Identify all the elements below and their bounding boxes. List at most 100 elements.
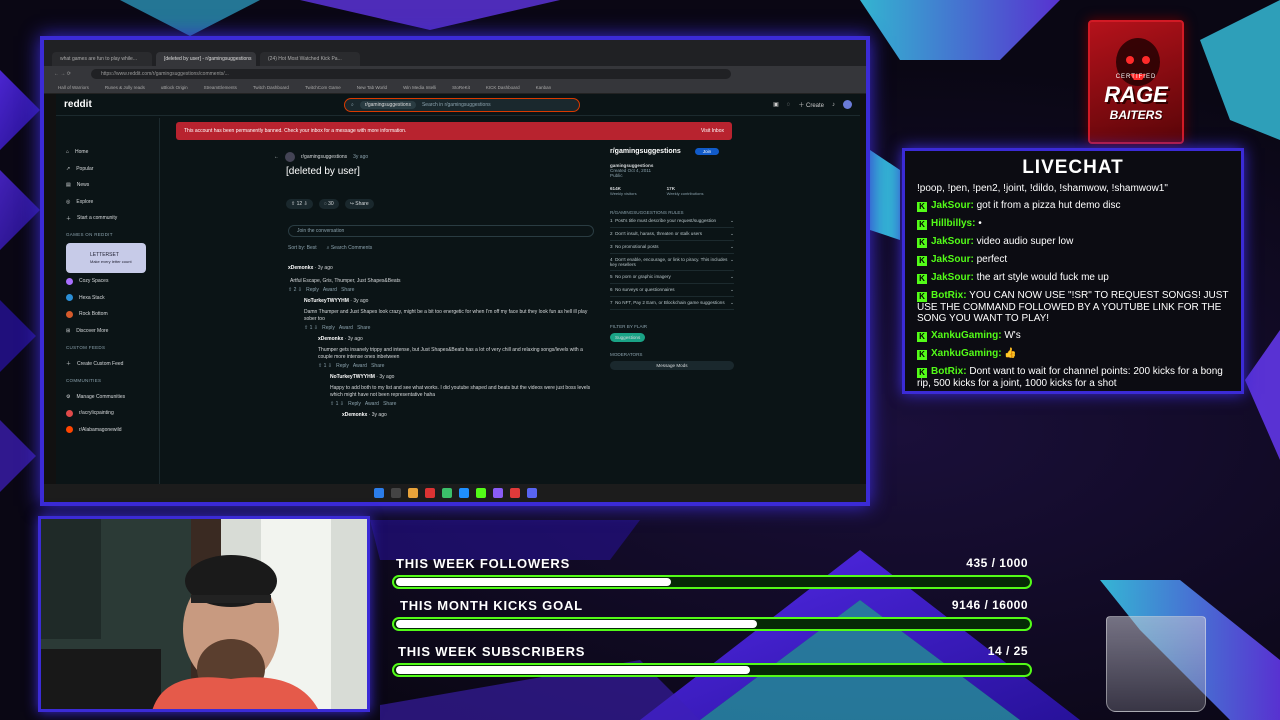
comment-author[interactable]: xDemonkx xyxy=(342,412,367,418)
share-button[interactable]: Share xyxy=(371,363,384,369)
sidebar-item-explore[interactable]: ◎ Explore xyxy=(66,194,159,211)
search-input[interactable]: ⌕ r/gamingsuggestions Search in r/gaming… xyxy=(344,97,580,112)
award-button[interactable]: Award xyxy=(323,287,337,293)
bookmark[interactable]: StoReKit xyxy=(452,85,470,90)
create-button[interactable]: ＋ Create xyxy=(798,100,824,109)
comments-button[interactable]: ◌ 30 xyxy=(318,199,339,209)
search-icon[interactable] xyxy=(390,488,401,498)
bookmark[interactable]: Kanban xyxy=(536,85,552,90)
address-bar: ← → ⟳ https://www.reddit.com/r/gamingsug… xyxy=(44,66,866,82)
reply-button[interactable]: Reply xyxy=(322,325,335,331)
popular-icon: ↗ xyxy=(66,165,71,172)
start-icon[interactable] xyxy=(373,488,384,498)
sidebar-item-game[interactable]: Hexa Stack xyxy=(66,290,159,307)
search-community-chip[interactable]: r/gamingsuggestions xyxy=(359,100,416,109)
ban-text: This account has been permanently banned… xyxy=(184,128,407,134)
visit-inbox-button[interactable]: Visit Inbox xyxy=(701,128,724,134)
games-section-header[interactable]: GAMES ON REDDIT xyxy=(66,227,159,244)
reply-button[interactable]: Reply xyxy=(348,401,361,407)
bookmark[interactable]: StreamElements xyxy=(204,85,237,90)
community-name[interactable]: r/gamingsuggestions xyxy=(610,148,681,155)
bookmark[interactable]: New Tab World xyxy=(357,85,387,90)
sidebar-item-news[interactable]: ▤ News xyxy=(66,177,159,194)
sidebar-item-community[interactable]: r/Alabamagonewild xyxy=(66,422,159,439)
chat-message: !poop, !pen, !pen2, !joint, !dildo, !sha… xyxy=(917,183,1229,194)
nav-arrows-icon[interactable]: ← → ⟳ xyxy=(54,71,71,77)
bookmark[interactable]: Win Media Intelli xyxy=(403,85,436,90)
browser-tab[interactable]: what games are fun to play while... xyxy=(52,52,152,66)
sidebar-item-create-feed[interactable]: ＋ Create Custom Feed xyxy=(66,356,159,373)
rule-item[interactable]: 6 No surveys or questionnaires ⌄ xyxy=(610,284,734,297)
comment-author[interactable]: NoTurkeyTWYYHM xyxy=(304,298,349,304)
comment-text: Happy to add both to my list and see wha… xyxy=(330,385,591,398)
share-button[interactable]: Share xyxy=(357,325,370,331)
comment-author[interactable]: NoTurkeyTWYYHM xyxy=(330,374,375,380)
sidebar-item-discover[interactable]: ⊞ Discover More xyxy=(66,323,159,340)
game-card-letterset[interactable]: LETTERSET Make every letter count xyxy=(66,243,146,273)
bookmark[interactable]: Hall of Warriors xyxy=(58,85,89,90)
explorer-icon[interactable] xyxy=(407,488,418,498)
bookmark[interactable]: uBlock Origin xyxy=(161,85,188,90)
rule-item[interactable]: 4 Don't enable, encourage, or link to pi… xyxy=(610,254,734,271)
rule-item[interactable]: 5 No porn or graphic imagery ⌄ xyxy=(610,271,734,284)
sidebar-item-home[interactable]: ⌂ Home xyxy=(66,144,159,161)
back-arrow-icon[interactable]: ← xyxy=(274,154,279,160)
app-icon[interactable] xyxy=(475,488,486,498)
app-icon[interactable] xyxy=(441,488,452,498)
custom-feeds-header[interactable]: CUSTOM FEEDS xyxy=(66,339,159,356)
app-icon[interactable] xyxy=(492,488,503,498)
browser-tab[interactable]: (24) Hot Most Watched Kick Pa... xyxy=(260,52,360,66)
sidebar-item-start-community[interactable]: ＋ Start a community xyxy=(66,210,159,227)
browser-tab-active[interactable]: [deleted by user] - r/gamingsuggestions xyxy=(156,52,256,66)
join-button[interactable]: Join xyxy=(694,148,720,155)
message-mods-button[interactable]: Message Mods xyxy=(610,361,734,370)
reddit-logo[interactable]: reddit xyxy=(64,99,344,110)
comment-author[interactable]: xDemonkx xyxy=(318,336,343,342)
rule-item[interactable]: 2 Don't insult, harass, threaten or stal… xyxy=(610,228,734,241)
rule-item[interactable]: 3 No promotional posts ⌄ xyxy=(610,241,734,254)
sidebar-item-manage[interactable]: ⚙ Manage Communities xyxy=(66,389,159,406)
sidebar-item-label: Popular xyxy=(76,165,94,172)
sidebar-item-game[interactable]: Cozy Spaces xyxy=(66,273,159,290)
sidebar-item-popular[interactable]: ↗ Popular xyxy=(66,161,159,178)
award-button[interactable]: Award xyxy=(365,401,379,407)
chat-message: K XankuGaming: W's xyxy=(917,330,1229,342)
award-button[interactable]: Award xyxy=(339,325,353,331)
comment-author[interactable]: xDemonkx xyxy=(288,265,313,271)
bookmark[interactable]: TwitchCom Game xyxy=(305,85,341,90)
sort-dropdown[interactable]: Sort by: Best xyxy=(288,245,317,251)
sort-value: Best xyxy=(306,245,317,251)
reply-button[interactable]: Reply xyxy=(306,287,319,293)
ad-icon[interactable]: ▣ xyxy=(773,101,779,108)
chat-message: K BotRix: YOU CAN NOW USE "!SR" TO REQUES… xyxy=(917,290,1229,324)
rule-item[interactable]: 1 Post's title must describe your reques… xyxy=(610,215,734,228)
bell-icon[interactable]: ♪ xyxy=(832,102,835,108)
share-button[interactable]: Share xyxy=(341,287,354,293)
vote-button[interactable]: ⇧ 12 ⇩ xyxy=(286,199,313,209)
app-icon[interactable] xyxy=(424,488,435,498)
chat-text: W's xyxy=(1001,330,1021,341)
share-button[interactable]: ↪ Share xyxy=(344,199,374,209)
app-icon[interactable] xyxy=(509,488,520,498)
flair-chip[interactable]: Suggestions xyxy=(610,333,646,342)
rule-item[interactable]: 7 No NFT, Pay 2 Earn, or Blockchain game… xyxy=(610,297,734,310)
share-button[interactable]: Share xyxy=(383,401,396,407)
avatar[interactable] xyxy=(843,100,852,109)
bookmark[interactable]: Runes & Jolly reads xyxy=(105,85,145,90)
url-field[interactable]: https://www.reddit.com/r/gamingsuggestio… xyxy=(90,69,731,79)
app-icon[interactable] xyxy=(526,488,537,498)
sidebar-item-game[interactable]: Rock Bottom xyxy=(66,306,159,323)
goal-value: 9146 / 16000 xyxy=(951,598,1028,612)
join-conversation-input[interactable]: Join the conversation xyxy=(288,225,594,237)
bookmark[interactable]: KICK Dashboard xyxy=(486,85,520,90)
communities-header[interactable]: COMMUNITIES xyxy=(66,372,159,389)
search-comments-button[interactable]: ⌕ Search Comments xyxy=(327,245,373,251)
app-icon[interactable] xyxy=(458,488,469,498)
chat-icon[interactable]: ◌ xyxy=(787,102,791,108)
sidebar-item-community[interactable]: r/acrylicpainting xyxy=(66,405,159,422)
award-button[interactable]: Award xyxy=(353,363,367,369)
community-stats: 614K Weekly visitors 17K Weekly contributi… xyxy=(610,186,734,196)
post-subreddit[interactable]: r/gamingsuggestions xyxy=(301,154,347,160)
reply-button[interactable]: Reply xyxy=(336,363,349,369)
bookmark[interactable]: Twitch Dashboard xyxy=(253,85,289,90)
